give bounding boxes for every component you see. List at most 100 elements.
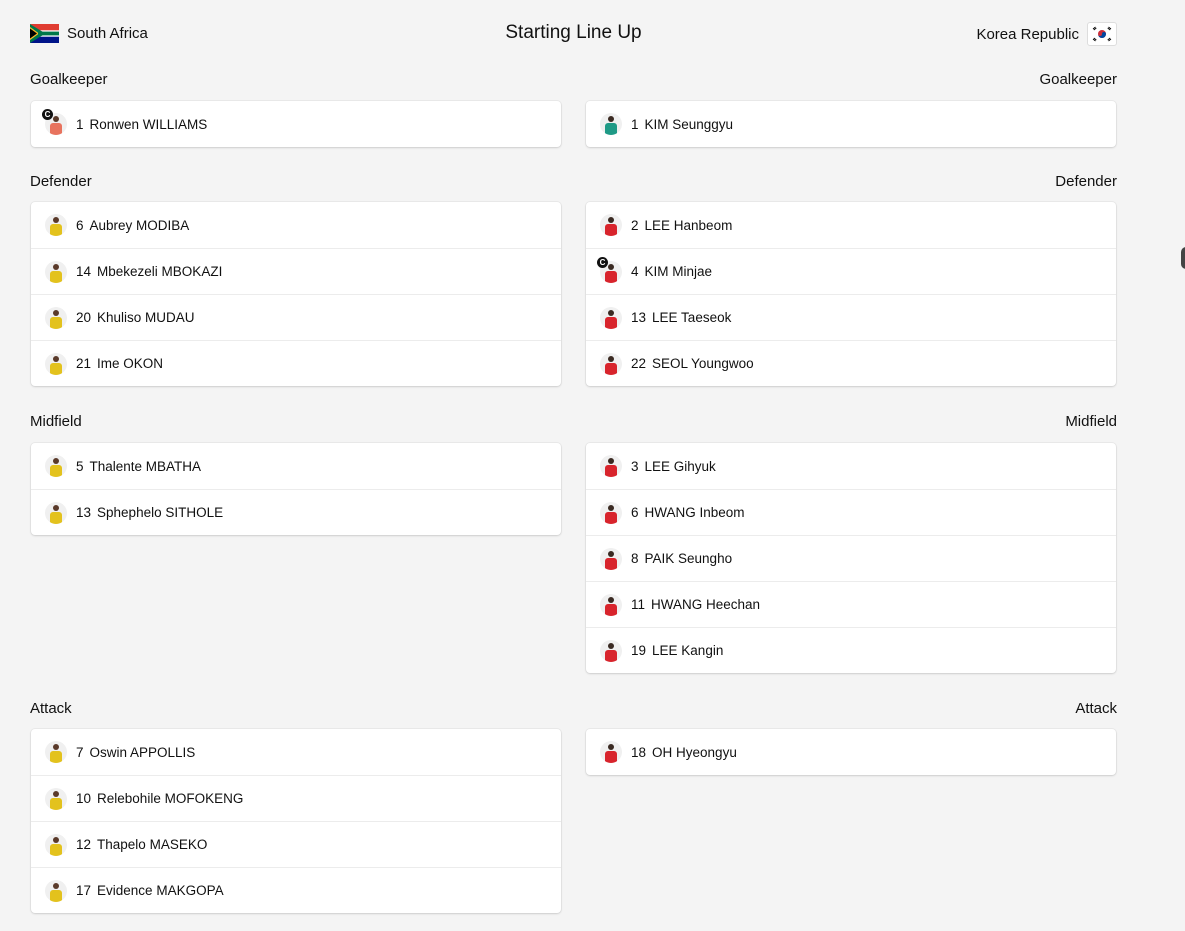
player-row[interactable]: 10 Relebohile MOFOKENG (31, 775, 561, 821)
player-row[interactable]: C 1 Ronwen WILLIAMS (31, 101, 561, 147)
player-row[interactable]: 12 Thapelo MASEKO (31, 821, 561, 867)
player-kit-icon (45, 833, 67, 856)
player-row[interactable]: 21 Ime OKON (31, 340, 561, 386)
player-number: 6 (76, 217, 84, 233)
player-number: 8 (631, 551, 639, 566)
player-kit-icon (45, 501, 67, 524)
player-name: Ronwen WILLIAMS (89, 116, 208, 132)
player-kit-icon (600, 593, 622, 616)
player-number: 6 (631, 505, 639, 520)
player-row[interactable]: 19 LEE Kangin (586, 627, 1116, 673)
player-row[interactable]: 20 Khuliso MUDAU (31, 294, 561, 340)
player-kit-icon (45, 260, 67, 283)
section-label-goalkeeper-away: Goalkeeper (1039, 71, 1117, 88)
player-number: 21 (76, 356, 92, 371)
player-number: 12 (76, 837, 92, 852)
player-number: 14 (76, 264, 92, 279)
player-kit-icon (600, 455, 622, 477)
player-kit-icon (600, 547, 622, 570)
captain-icon: C (597, 257, 608, 268)
away-goalkeeper-list: 1 KIM Seunggyu (586, 101, 1116, 147)
away-defender-list: 2 LEE Hanbeom C 4 KIM Minjae 13 LEE Taeseok 22 S… (586, 202, 1116, 386)
player-name: LEE Gihyuk (644, 458, 716, 474)
player-number: 2 (631, 217, 639, 233)
section-label-midfield-away: Midfield (1065, 413, 1117, 430)
player-number: 13 (631, 310, 647, 325)
player-name: SEOL Youngwoo (652, 356, 754, 371)
player-row[interactable]: 18 OH Hyeongyu (586, 729, 1116, 775)
player-kit-icon (600, 113, 622, 135)
player-kit-icon (45, 352, 67, 375)
section-label-attack-away: Attack (1075, 700, 1117, 717)
home-defender-list: 6 Aubrey MODIBA 14 Mbekezeli MBOKAZI 20 Khuli… (31, 202, 561, 386)
home-goalkeeper-list: C 1 Ronwen WILLIAMS (31, 101, 561, 147)
player-kit-icon (45, 741, 67, 763)
player-row[interactable]: 6 HWANG Inbeom (586, 489, 1116, 535)
player-kit-icon (600, 306, 622, 329)
player-row[interactable]: 22 SEOL Youngwoo (586, 340, 1116, 386)
player-row[interactable]: 3 LEE Gihyuk (586, 443, 1116, 489)
player-row[interactable]: 17 Evidence MAKGOPA (31, 867, 561, 913)
lineup-header: South Africa Starting Line Up Korea Repu… (30, 18, 1117, 50)
player-name: HWANG Heechan (651, 597, 761, 612)
player-kit-icon (45, 879, 67, 902)
player-number: 4 (631, 264, 639, 279)
player-kit-icon (45, 787, 67, 810)
player-row[interactable]: C 4 KIM Minjae (586, 248, 1116, 294)
player-name: LEE Hanbeom (644, 217, 733, 233)
player-kit-icon (600, 501, 622, 524)
section-label-goalkeeper-home: Goalkeeper (30, 71, 108, 88)
player-number: 11 (631, 597, 646, 612)
scroll-handle[interactable] (1181, 247, 1185, 269)
player-number: 13 (76, 505, 92, 520)
player-name: KIM Minjae (644, 264, 713, 279)
player-name: Evidence MAKGOPA (97, 883, 224, 898)
player-row[interactable]: 13 Sphephelo SITHOLE (31, 489, 561, 535)
player-name: LEE Taeseok (652, 310, 732, 325)
player-number: 7 (76, 744, 84, 760)
player-name: Aubrey MODIBA (89, 217, 190, 233)
player-number: 3 (631, 458, 639, 474)
player-number: 18 (631, 744, 647, 760)
player-number: 1 (76, 116, 84, 132)
player-number: 1 (631, 116, 639, 132)
player-number: 5 (76, 458, 84, 474)
player-row[interactable]: 13 LEE Taeseok (586, 294, 1116, 340)
player-kit-icon (600, 639, 622, 662)
player-name: Thapelo MASEKO (97, 837, 208, 852)
korea-flag-icon (1087, 22, 1117, 46)
player-row[interactable]: 2 LEE Hanbeom (586, 202, 1116, 248)
player-number: 17 (76, 883, 92, 898)
player-row[interactable]: 11 HWANG Heechan (586, 581, 1116, 627)
player-kit-icon (45, 306, 67, 329)
player-name: Ime OKON (97, 356, 164, 371)
section-label-attack-home: Attack (30, 700, 72, 717)
player-name: Khuliso MUDAU (97, 310, 195, 325)
player-number: 20 (76, 310, 92, 325)
player-kit-icon (600, 214, 622, 236)
player-row[interactable]: 8 PAIK Seungho (586, 535, 1116, 581)
player-kit-icon (45, 214, 67, 236)
player-name: KIM Seunggyu (644, 116, 734, 132)
player-number: 10 (76, 791, 92, 806)
player-row[interactable]: 6 Aubrey MODIBA (31, 202, 561, 248)
player-name: Relebohile MOFOKENG (97, 791, 244, 806)
player-row[interactable]: 5 Thalente MBATHA (31, 443, 561, 489)
page-title: Starting Line Up (505, 22, 642, 43)
player-name: HWANG Inbeom (644, 505, 745, 520)
player-name: OH Hyeongyu (652, 744, 737, 760)
section-label-defender-home: Defender (30, 173, 92, 190)
player-kit-icon (600, 741, 622, 763)
player-row[interactable]: 14 Mbekezeli MBOKAZI (31, 248, 561, 294)
section-label-defender-away: Defender (1055, 173, 1117, 190)
player-row[interactable]: 1 KIM Seunggyu (586, 101, 1116, 147)
player-number: 19 (631, 643, 647, 658)
captain-icon: C (42, 109, 53, 120)
player-row[interactable]: 7 Oswin APPOLLIS (31, 729, 561, 775)
away-attack-list: 18 OH Hyeongyu (586, 729, 1116, 775)
home-midfield-list: 5 Thalente MBATHA 13 Sphephelo SITHOLE (31, 443, 561, 535)
home-attack-list: 7 Oswin APPOLLIS 10 Relebohile MOFOKENG 12 Th… (31, 729, 561, 913)
away-midfield-list: 3 LEE Gihyuk 6 HWANG Inbeom 8 PAIK Seungho 11 H… (586, 443, 1116, 673)
away-team[interactable]: Korea Republic (976, 22, 1117, 46)
away-team-name: Korea Republic (976, 25, 1079, 43)
